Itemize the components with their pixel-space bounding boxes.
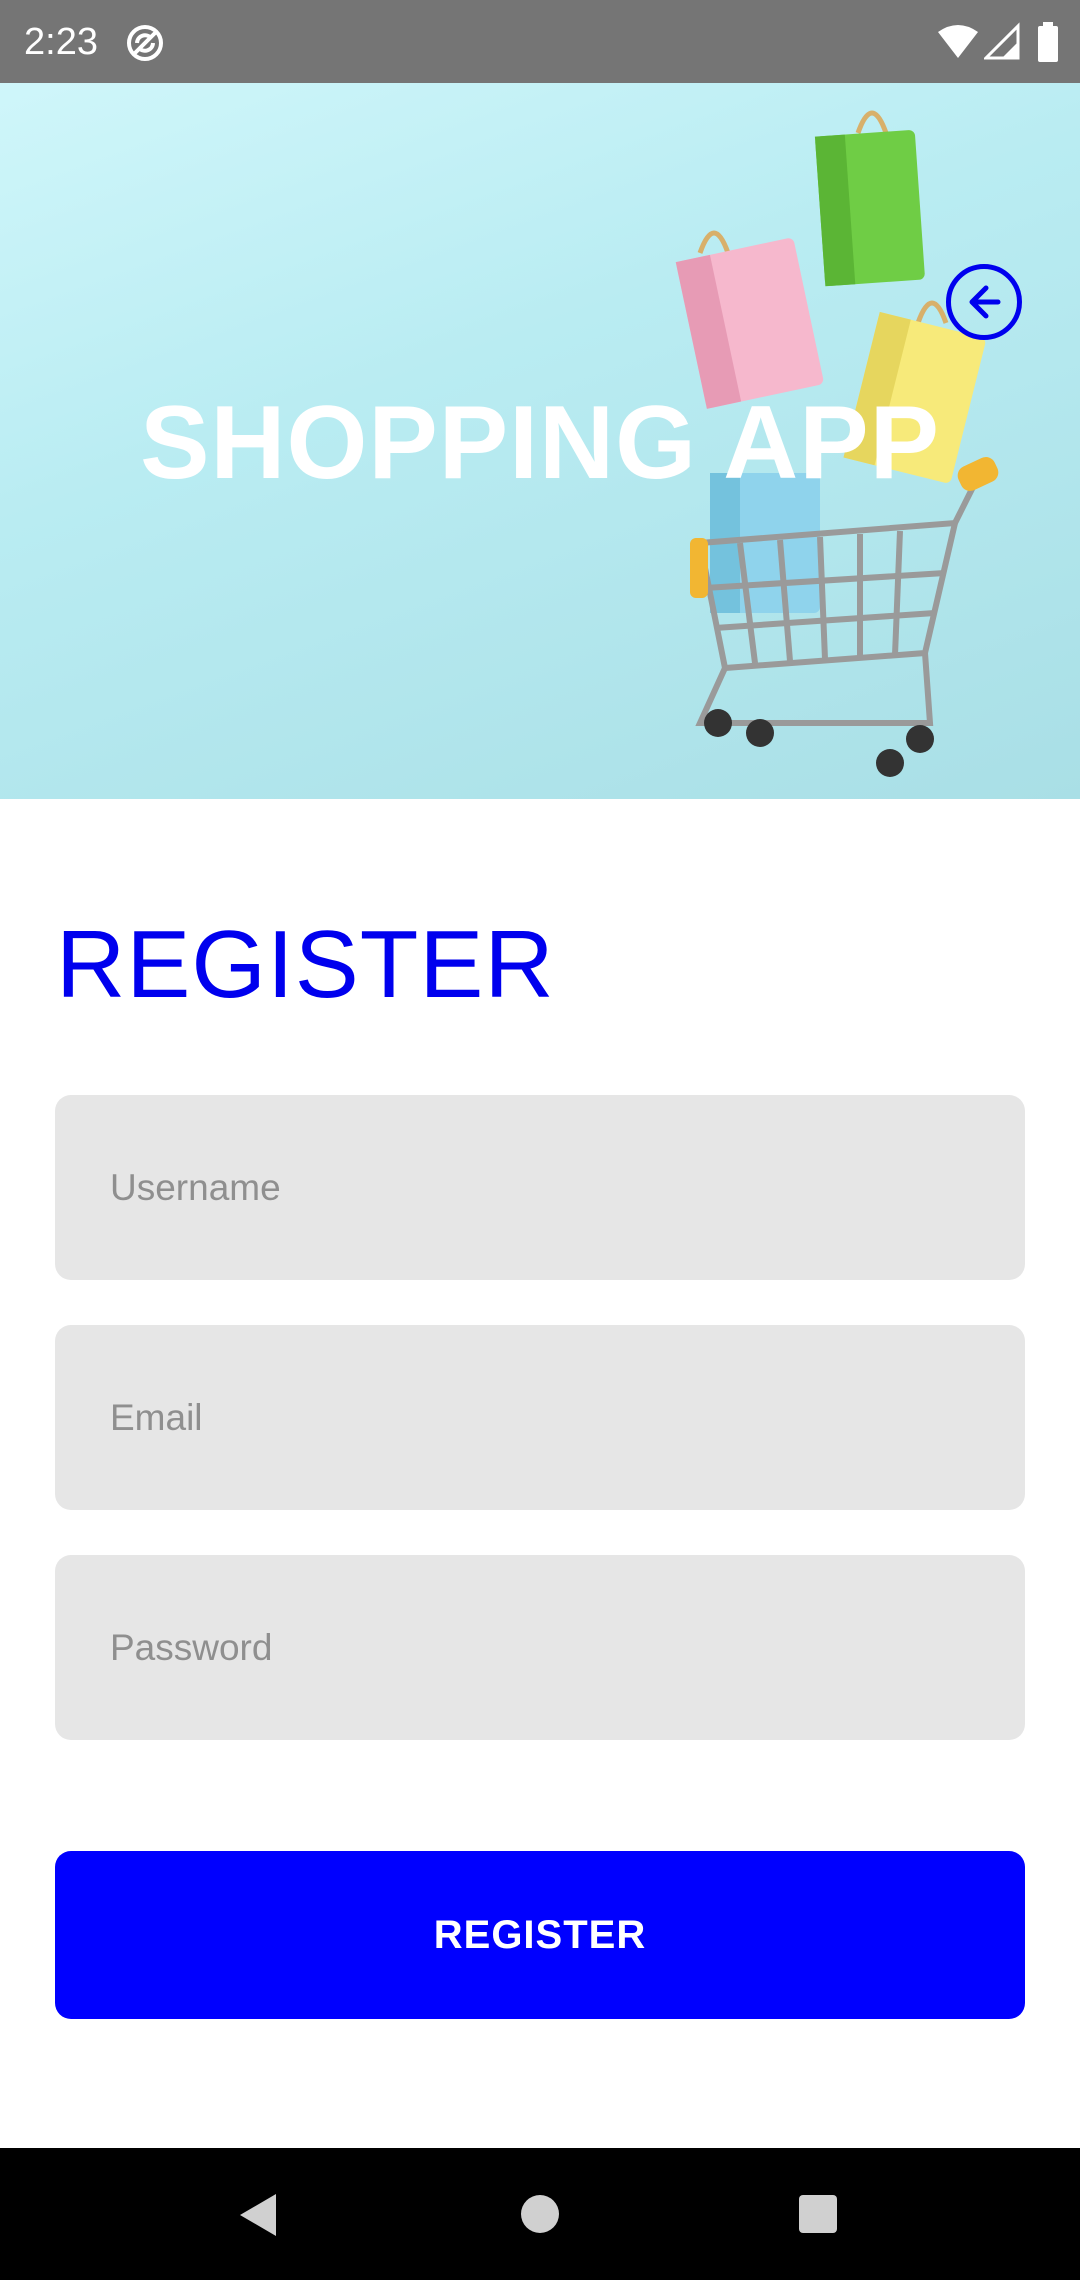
password-field[interactable] xyxy=(55,1555,1025,1740)
sync-icon xyxy=(127,25,163,61)
battery-icon xyxy=(1038,22,1058,62)
nav-home-icon[interactable] xyxy=(520,2194,560,2234)
email-input[interactable] xyxy=(55,1325,1025,1510)
nav-back-icon[interactable] xyxy=(236,2192,280,2238)
signal-icon xyxy=(984,22,1020,60)
register-screen: 2:23 SHOPPING APP REGISTER Username Emai… xyxy=(0,0,1080,2280)
password-input[interactable] xyxy=(55,1555,1025,1740)
wifi-icon xyxy=(938,25,978,58)
status-time: 2:23 xyxy=(24,21,98,63)
nav-recents-icon[interactable] xyxy=(798,2194,838,2234)
username-input[interactable] xyxy=(55,1095,1025,1280)
email-field[interactable] xyxy=(55,1325,1025,1510)
app-title: SHOPPING APP xyxy=(140,385,940,501)
register-heading: REGISTER xyxy=(56,911,555,1018)
hero-banner: SHOPPING APP xyxy=(0,83,1080,799)
arrow-left-icon xyxy=(969,285,1001,319)
status-bar: 2:23 xyxy=(0,0,1080,83)
back-button[interactable] xyxy=(946,264,1022,340)
username-field[interactable] xyxy=(55,1095,1025,1280)
register-button[interactable]: REGISTER xyxy=(55,1851,1025,2019)
navigation-bar xyxy=(0,2148,1080,2280)
